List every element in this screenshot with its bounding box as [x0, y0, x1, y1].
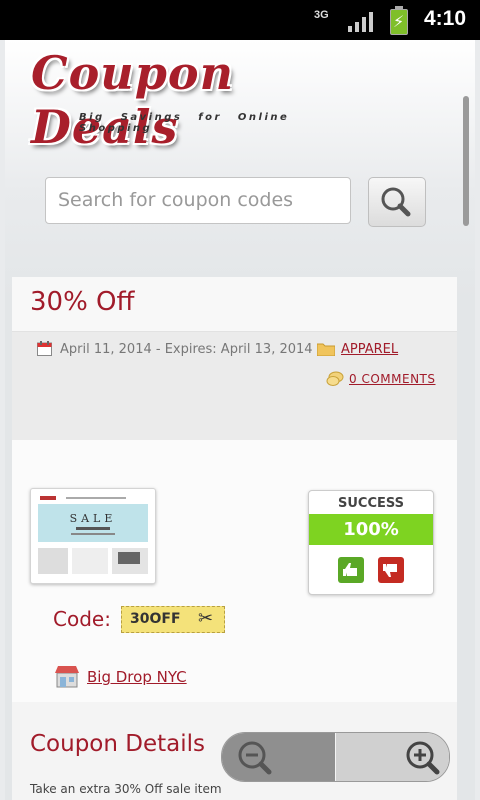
zoom-out-button[interactable]: [222, 733, 335, 781]
coupon-code: 30OFF: [130, 611, 181, 627]
store-icon: [55, 666, 79, 688]
status-bar: 3G ⚡ 4:10: [0, 0, 480, 40]
coupon-meta: April 11, 2014 - Expires: April 13, 2014…: [12, 332, 457, 440]
details-heading: Coupon Details: [30, 731, 206, 757]
coupon-code-button[interactable]: 30OFF ✂: [121, 606, 225, 633]
success-label: SUCCESS: [337, 496, 405, 511]
zoom-in-icon: [406, 741, 440, 775]
signal-icon: [348, 12, 373, 32]
search-icon: [381, 187, 411, 217]
scissors-icon: ✂: [198, 608, 214, 629]
logo-title: Coupon Deals: [31, 46, 235, 154]
comment-icon: [326, 371, 344, 386]
success-rate: 100%: [309, 514, 433, 545]
code-label: Code:: [53, 607, 111, 631]
store-link[interactable]: Big Drop NYC: [87, 668, 187, 686]
folder-icon: [317, 343, 335, 356]
vote-up-button[interactable]: [338, 557, 364, 583]
coupon-thumbnail[interactable]: SALE: [30, 488, 156, 584]
details-text: Take an extra 30% Off sale item: [30, 782, 222, 796]
comments-link[interactable]: 0 COMMENTS: [349, 372, 436, 386]
success-rate-box: SUCCESS 100%: [308, 490, 434, 595]
thumbs-up-icon: [343, 563, 357, 576]
search-input[interactable]: Search for coupon codes: [45, 177, 351, 224]
search-button[interactable]: [368, 177, 426, 227]
calendar-icon: [37, 341, 52, 356]
coupon-body: SALE SUCCESS 100% Code: 30OFF ✂ Big Drop…: [12, 440, 457, 702]
zoom-out-icon: [238, 741, 272, 775]
clock: 4:10: [423, 7, 466, 30]
thumbs-down-icon: [383, 564, 397, 577]
scrollbar[interactable]: [463, 96, 469, 226]
thumb-sale-text: SALE: [70, 512, 117, 525]
logo-tagline: Big Savings for Online Shopping: [79, 112, 290, 134]
vote-down-button[interactable]: [378, 557, 404, 583]
coupon-card: 30% Off April 11, 2014 - Expires: April …: [12, 277, 457, 800]
zoom-in-button[interactable]: [336, 733, 449, 781]
coupon-title[interactable]: 30% Off: [30, 287, 134, 317]
web-page[interactable]: Coupon Deals Big Savings for Online Shop…: [5, 40, 475, 800]
site-logo[interactable]: Coupon Deals Big Savings for Online Shop…: [31, 46, 351, 154]
store-screenshot: SALE: [36, 494, 150, 578]
category-link[interactable]: APPAREL: [341, 342, 398, 357]
coupon-dates: April 11, 2014 - Expires: April 13, 2014: [60, 342, 313, 357]
zoom-control: [221, 732, 450, 782]
battery-icon: ⚡: [390, 6, 408, 35]
network-type: 3G: [314, 9, 329, 21]
coupon-header: 30% Off: [12, 277, 457, 332]
